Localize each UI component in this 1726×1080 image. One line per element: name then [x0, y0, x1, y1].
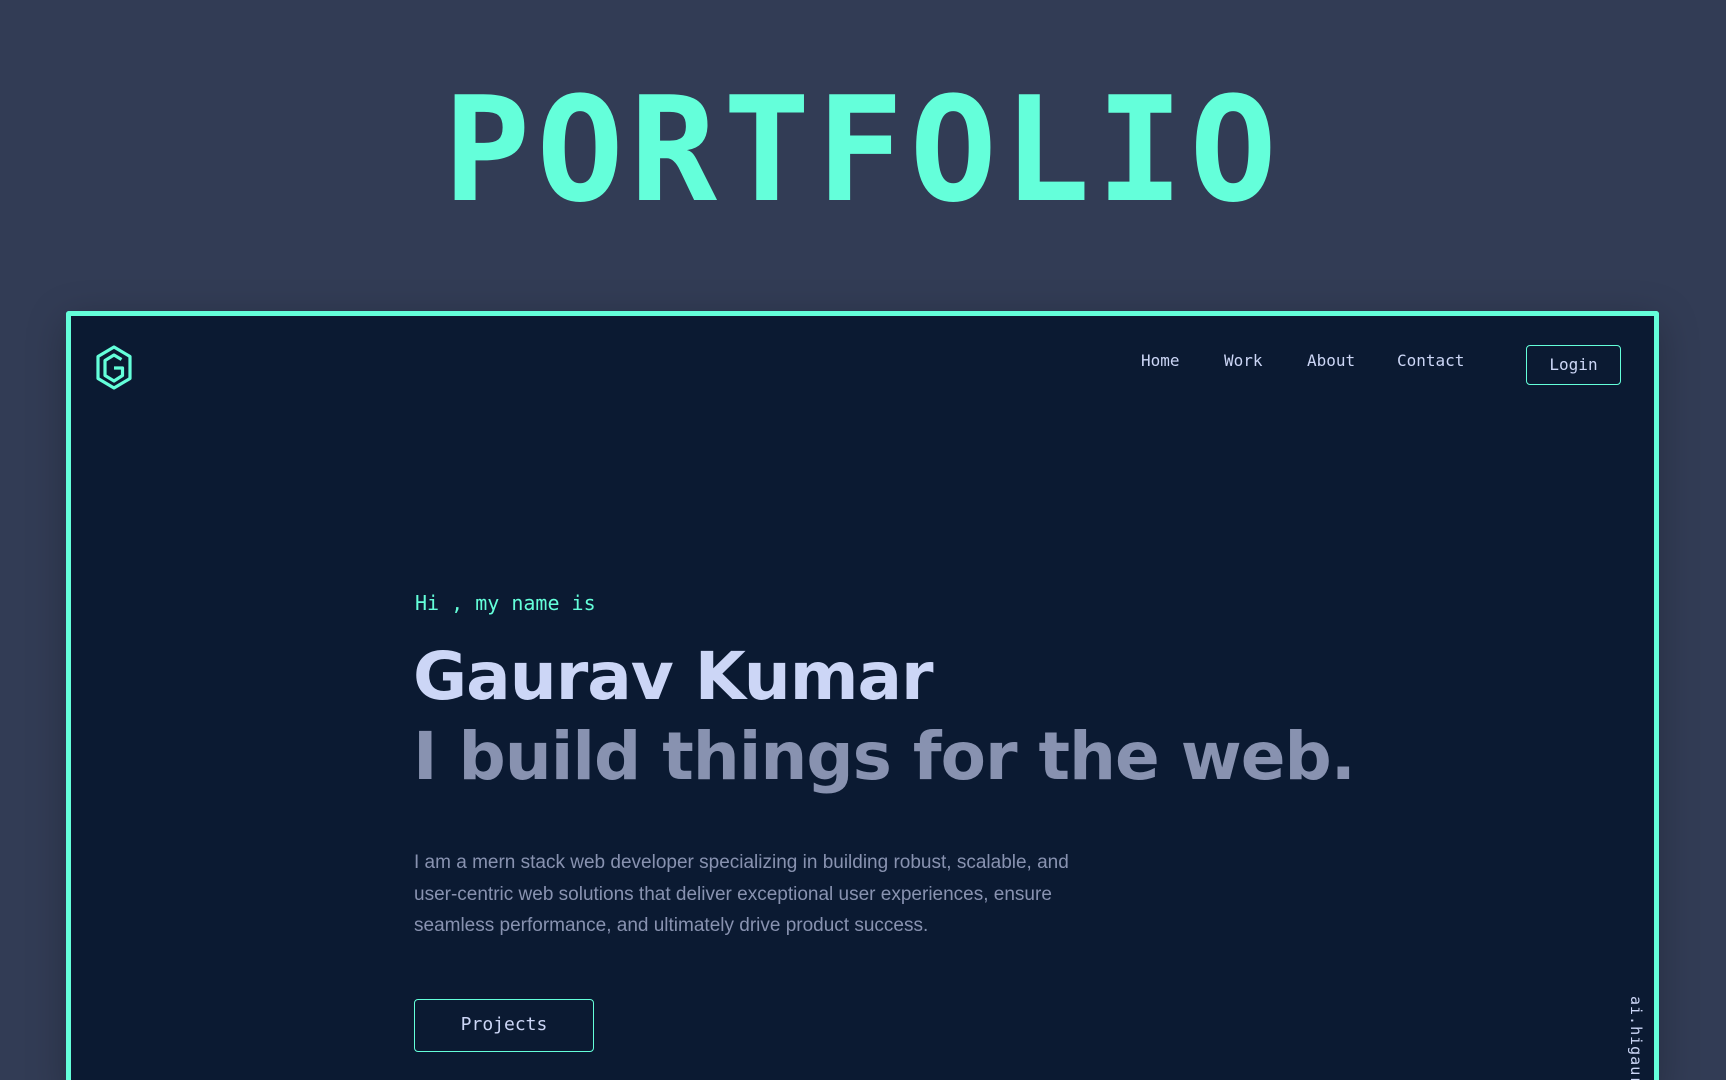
hero-description: I am a mern stack web developer speciali… — [414, 852, 1069, 936]
hero-name: Gaurav Kumar — [413, 638, 934, 715]
side-email-link[interactable]: ai.higaurav — [1627, 996, 1645, 1080]
hero-greeting: Hi , my name is — [415, 591, 596, 615]
hero-tagline: I build things for the web. — [413, 718, 1356, 795]
projects-button[interactable]: Projects — [414, 999, 594, 1052]
hexagon-g-logo-icon[interactable] — [94, 344, 134, 392]
nav-home-link[interactable]: Home — [1141, 346, 1180, 376]
banner-title: PORTFOLIO — [443, 66, 1283, 235]
login-button[interactable]: Login — [1526, 345, 1621, 385]
website-preview: Home Work About Contact Login Hi , my na… — [66, 311, 1659, 1080]
nav-contact-link[interactable]: Contact — [1397, 346, 1464, 376]
nav-work-link[interactable]: Work — [1224, 346, 1263, 376]
nav-about-link[interactable]: About — [1307, 346, 1355, 376]
